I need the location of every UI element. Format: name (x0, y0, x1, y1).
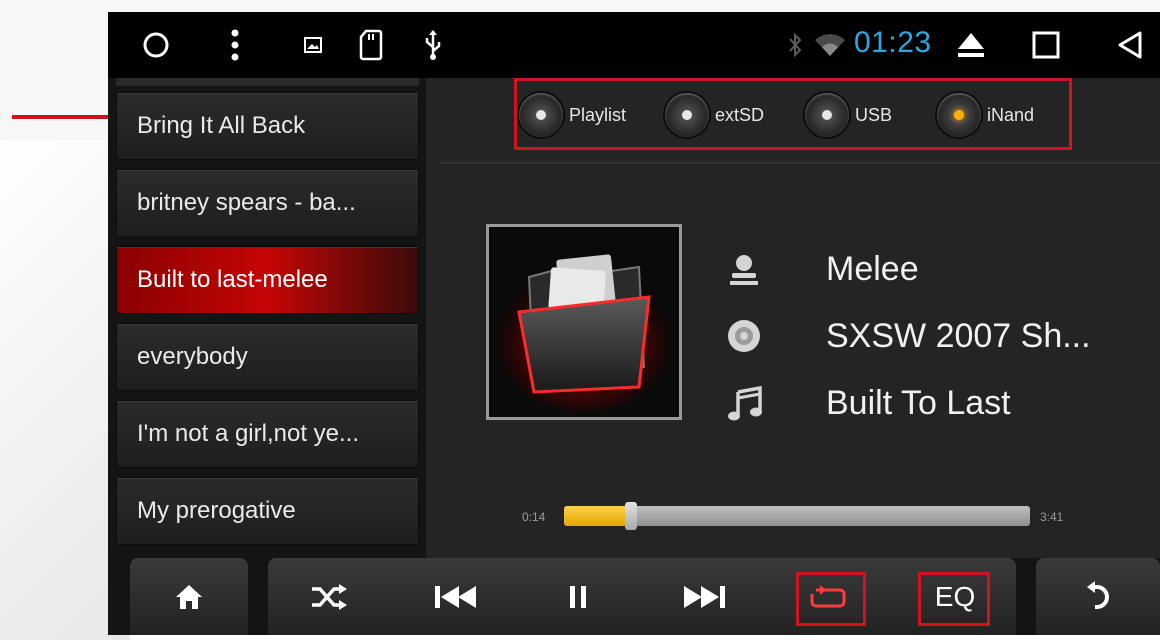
title-row: Built To Last (726, 378, 1011, 428)
progress-bar[interactable] (564, 502, 1030, 530)
head-unit-screen: 01:23 Bring It All Back britney spears -… (108, 12, 1160, 635)
now-playing-panel: Playlist extSD USB iNand Melee SXSW 2007… (426, 78, 1160, 558)
radio-icon (519, 93, 563, 137)
list-item-label: Built to last-melee (137, 266, 328, 293)
list-top-edge (116, 78, 419, 86)
radio-icon (805, 93, 849, 137)
previous-button[interactable] (428, 576, 482, 618)
source-label: Playlist (569, 104, 627, 125)
list-item-label: Bring It All Back (137, 112, 306, 139)
back-triangle-icon[interactable] (1110, 25, 1150, 65)
radio-selected-icon (937, 93, 981, 137)
list-item[interactable]: Bring It All Back (116, 92, 419, 160)
list-item[interactable]: I'm not a girl,not ye... (116, 400, 419, 468)
list-item-label: My prerogative (137, 497, 296, 524)
source-playlist[interactable]: Playlist (519, 91, 626, 139)
eq-highlight-box (918, 572, 990, 626)
list-item[interactable]: My prerogative (116, 477, 419, 545)
return-button[interactable] (1078, 576, 1118, 618)
wifi-icon (812, 25, 848, 65)
source-label: extSD (715, 104, 765, 125)
artist-row: Melee (726, 244, 919, 294)
eject-icon[interactable] (954, 25, 988, 65)
album-art (486, 224, 682, 420)
pause-icon (570, 586, 586, 608)
source-selector: Playlist extSD USB iNand (514, 78, 1072, 150)
shuffle-icon (312, 584, 347, 610)
menu-dots-icon[interactable] (220, 25, 250, 65)
progress-thumb[interactable] (625, 502, 637, 530)
return-arrow-icon (1087, 581, 1109, 609)
clock-time: 01:23 (854, 26, 932, 59)
source-extsd[interactable]: extSD (665, 91, 764, 139)
music-note-icon (726, 381, 786, 425)
image-icon (298, 25, 328, 65)
disc-icon (726, 314, 786, 358)
source-inand[interactable]: iNand (937, 91, 1034, 139)
next-icon (684, 586, 725, 608)
list-item-label: everybody (137, 343, 248, 370)
artist-name: Melee (826, 249, 919, 288)
circle-home-icon[interactable] (136, 25, 176, 65)
list-item-label: britney spears - ba... (137, 189, 356, 216)
next-button[interactable] (678, 576, 732, 618)
source-label: iNand (987, 104, 1035, 125)
square-recent-icon[interactable] (1026, 25, 1066, 65)
folder-music-icon (489, 227, 679, 417)
pause-button[interactable] (560, 576, 596, 618)
current-time: 0:14 (522, 510, 546, 524)
source-label: USB (855, 104, 893, 125)
repeat-highlight-box (796, 572, 866, 626)
source-usb[interactable]: USB (805, 91, 892, 139)
status-bar: 01:23 (108, 12, 1160, 78)
playlist: Bring It All Back britney spears - ba...… (108, 78, 426, 558)
album-row: SXSW 2007 Sh... (726, 311, 1091, 361)
radio-icon (665, 93, 709, 137)
previous-icon (435, 586, 476, 608)
home-button[interactable] (166, 576, 212, 618)
total-time: 3:41 (1040, 510, 1064, 524)
list-item-active[interactable]: Built to last-melee (116, 246, 419, 314)
usb-icon (418, 25, 448, 65)
control-bar: EQ (108, 558, 1160, 635)
transport-panel (268, 558, 1016, 635)
album-name: SXSW 2007 Sh... (826, 316, 1091, 355)
person-icon (726, 247, 786, 291)
list-item-label: I'm not a girl,not ye... (137, 420, 360, 447)
list-item[interactable]: everybody (116, 323, 419, 391)
progress-fill (564, 506, 631, 526)
bluetooth-icon (784, 25, 806, 65)
track-title: Built To Last (826, 383, 1011, 422)
home-icon (176, 585, 202, 609)
list-item[interactable]: britney spears - ba... (116, 169, 419, 237)
divider (440, 162, 1160, 164)
shuffle-button[interactable] (304, 576, 354, 618)
sdcard-icon (354, 25, 388, 65)
